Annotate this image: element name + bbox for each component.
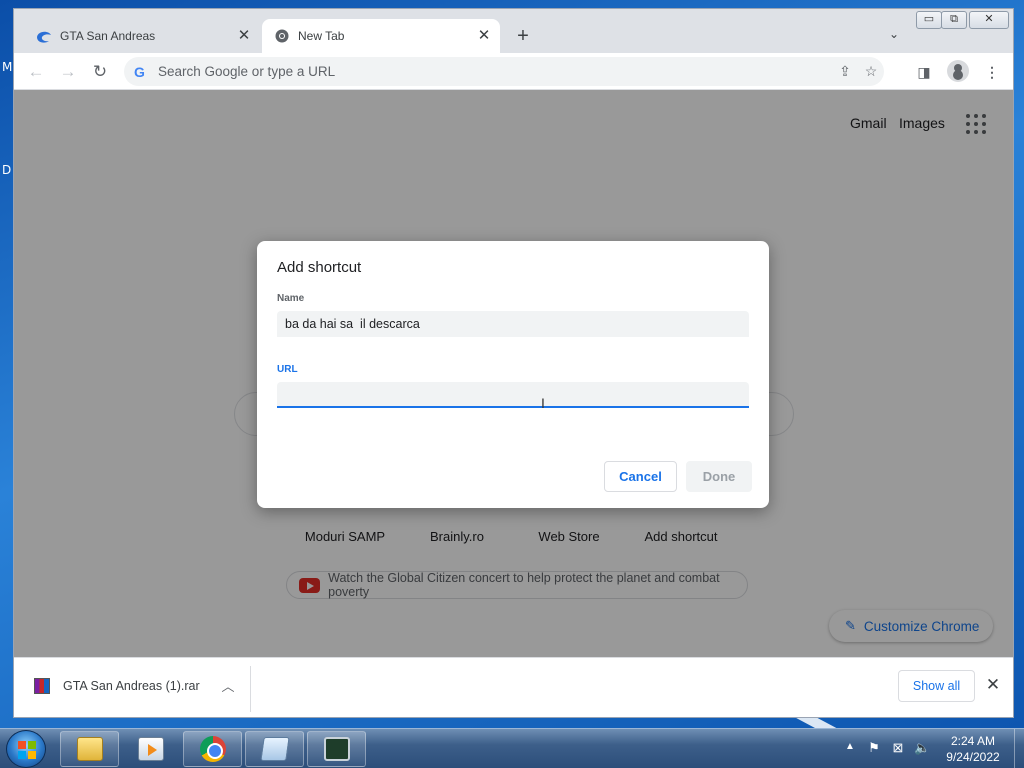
share-icon[interactable]: ⇪ [832,63,858,80]
desktop-icon-label-fragment: D [2,163,12,177]
toolbar: ← → ↻ G Search Google or type a URL ⇪ ☆ … [14,53,1013,90]
chevron-down-icon[interactable]: ⌄ [884,27,904,47]
back-arrow-icon[interactable]: ← [23,59,49,85]
tab-title: New Tab [298,29,345,43]
taskbar-explorer-button[interactable] [60,731,119,767]
windows-logo-icon [18,741,36,759]
start-button[interactable] [6,730,46,768]
tab-new-tab[interactable]: New Tab ✕ [262,19,500,53]
minimize-button[interactable]: ▭ [916,11,942,29]
new-tab-plus-icon[interactable]: + [511,25,535,49]
tray-expand-icon[interactable]: ▲ [845,741,855,752]
star-icon[interactable]: ☆ [858,63,884,80]
add-shortcut-dialog: Add shortcut Name URL I Cancel Done [257,241,769,508]
clock-time: 2:24 AM [950,734,996,748]
notepad-icon [259,737,290,761]
taskbar-chrome-button[interactable] [183,731,242,767]
google-g-icon: G [134,63,145,80]
text-cursor-icon: I [541,395,545,411]
tab-strip: GTA San Andreas ✕ New Tab ✕ + ⌄ ▭ ⧉ ✕ [14,9,1013,53]
omnibox-placeholder: Search Google or type a URL [158,64,336,79]
media-player-icon [137,737,164,761]
shelf-divider [250,666,251,712]
cancel-button[interactable]: Cancel [604,461,677,492]
taskbar-notepad-button[interactable] [245,731,304,767]
show-desktop-button[interactable] [1014,729,1024,768]
folder-icon [76,737,103,761]
close-tab-icon[interactable]: ✕ [234,26,254,46]
kebab-menu-icon[interactable]: ⋮ [979,59,1005,85]
winrar-archive-icon [34,678,50,694]
chrome-window: GTA San Andreas ✕ New Tab ✕ + ⌄ ▭ ⧉ ✕ ← … [13,8,1014,718]
system-clock[interactable]: 2:24 AM 9/24/2022 [938,733,1008,765]
close-shelf-icon[interactable]: ✕ [982,674,1004,696]
close-tab-icon[interactable]: ✕ [474,26,494,46]
action-center-flag-icon[interactable]: ⚑ [867,741,881,755]
url-field[interactable] [277,382,749,408]
download-file-name[interactable]: GTA San Andreas (1).rar [63,679,200,693]
taskbar-monitor-app-button[interactable] [307,731,366,767]
download-shelf: GTA San Andreas (1).rar ︿ Show all ✕ [14,657,1013,717]
omnibox[interactable]: G Search Google or type a URL ⇪ ☆ [124,57,884,86]
restore-button[interactable]: ⧉ [941,11,967,29]
edge-icon [36,28,52,44]
name-field[interactable] [277,311,749,337]
chrome-icon [274,28,290,44]
show-all-button[interactable]: Show all [898,670,975,702]
new-tab-page: Gmail Images Moduri SAMP Brainly.ro Web … [14,90,1013,657]
desktop-icon-label-fragment: M [2,60,13,74]
side-panel-icon[interactable]: ◨ [911,59,937,85]
forward-arrow-icon[interactable]: → [55,59,81,85]
chevron-up-icon[interactable]: ︿ [218,676,238,695]
tab-title: GTA San Andreas [60,29,156,43]
profile-avatar-icon[interactable] [947,60,969,82]
chrome-icon [199,736,226,762]
done-button[interactable]: Done [686,461,752,492]
tab-gta-san-andreas[interactable]: GTA San Andreas ✕ [24,19,260,53]
url-field-label: URL [277,364,298,375]
monitor-icon [323,737,350,761]
dialog-title: Add shortcut [277,259,362,276]
volume-icon[interactable]: 🔈 [914,741,930,755]
clock-date: 9/24/2022 [946,750,1000,764]
close-window-button[interactable]: ✕ [969,11,1009,29]
reload-icon[interactable]: ↻ [87,59,113,85]
network-icon[interactable]: ⊠ [891,741,905,755]
taskbar: ▲ ⚑ ⊠ 🔈 2:24 AM 9/24/2022 [0,728,1024,768]
taskbar-media-player-button[interactable] [121,731,180,767]
name-field-label: Name [277,293,305,304]
